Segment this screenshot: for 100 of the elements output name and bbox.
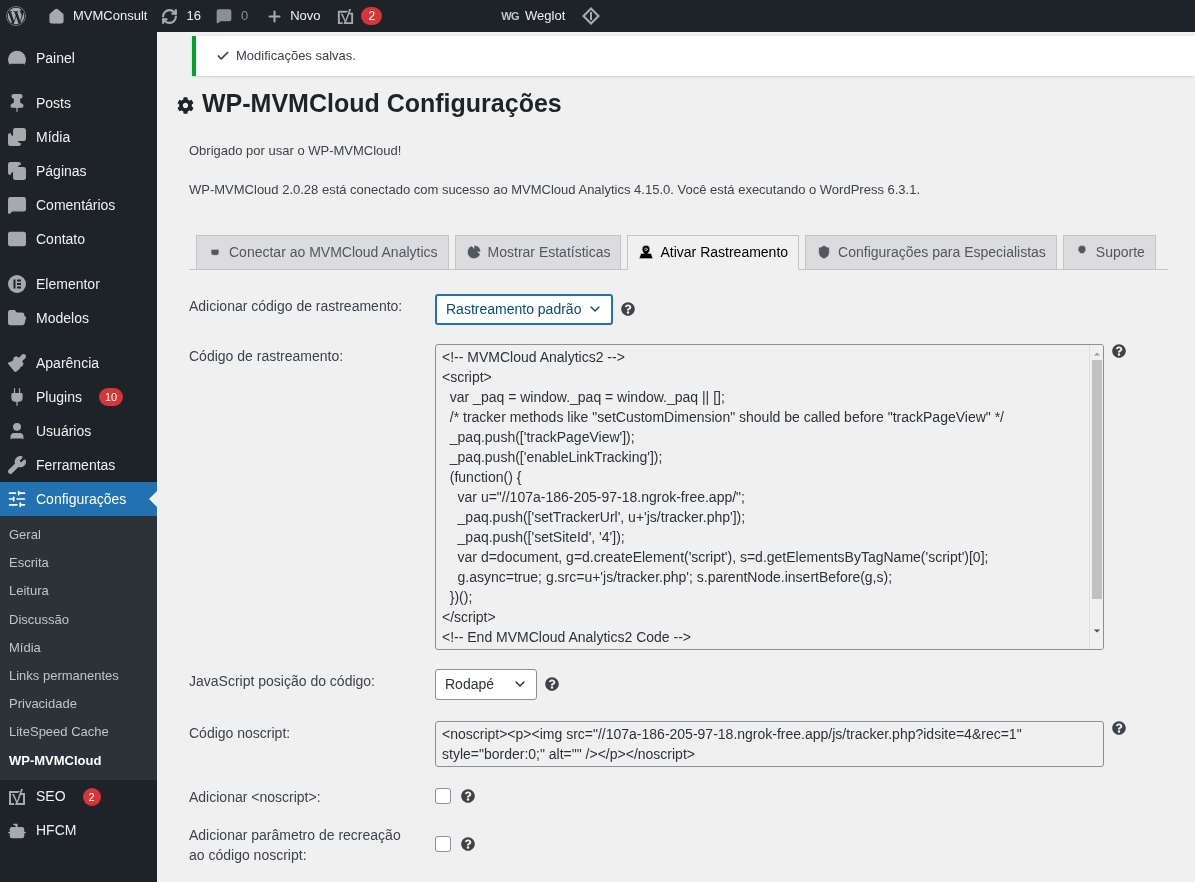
menu-label: HFCM bbox=[36, 821, 77, 841]
submenu-item[interactable]: Mídia bbox=[0, 633, 157, 662]
weglot-logo: WG bbox=[501, 8, 519, 24]
shield-icon bbox=[816, 244, 833, 260]
seo-link[interactable]: 2 bbox=[336, 6, 383, 26]
code-textarea[interactable]: <!-- MVMCloud Analytics2 --> <script> var _paq = window._paq = window._paq || []; /* tracker methods like "setCustomDimension" should be called before "trackPageView" */ _paq.push(['trackPageView']); _paq.push(['enableLinkTracking']); (function() { var u="//107a-186-205-97-18.ngrok-free.app/"; _paq.push(['setTrackerUrl', u+'js/tracker.php']); _paq.push(['setSiteId', '4']); var d=document, g=d.createElement('script'), s=d.getElementsByTagName('script')[0]; g.async=true; g.src=u+'js/tracker.php'; s.parentNode.insertBefore(g,s); })(); </script> <!-- End MVMCloud Analytics2 Code --> bbox=[435, 343, 1104, 650]
help-icon[interactable] bbox=[461, 788, 475, 803]
menu-item[interactable]: Usuários bbox=[0, 414, 157, 448]
menu-item[interactable]: Comentários bbox=[0, 188, 157, 222]
tab[interactable]: Mostrar Estatísticas bbox=[454, 234, 622, 270]
menu-item[interactable]: Ferramentas bbox=[0, 448, 157, 482]
comment-icon bbox=[215, 8, 232, 24]
gear-icon bbox=[177, 96, 194, 114]
help-icon[interactable] bbox=[1112, 720, 1126, 735]
check-icon bbox=[216, 49, 230, 63]
updates-count: 16 bbox=[186, 7, 201, 26]
select-field[interactable]: Rodapé bbox=[435, 668, 537, 700]
scrollbar[interactable] bbox=[1089, 344, 1103, 649]
tab[interactable]: Configurações para Especialistas bbox=[805, 234, 1057, 270]
site-name: MVMConsult bbox=[73, 7, 148, 26]
diamond-icon[interactable] bbox=[581, 6, 602, 26]
help-icon[interactable] bbox=[461, 836, 475, 851]
menu-item[interactable]: Configurações bbox=[0, 482, 157, 516]
menu-label: Aparência bbox=[36, 353, 100, 373]
submenu-item[interactable]: Links permanentes bbox=[0, 661, 157, 691]
tab[interactable]: Ativar Rastreamento bbox=[627, 234, 800, 270]
site-link[interactable]: MVMConsult bbox=[48, 6, 148, 26]
folder-icon bbox=[7, 308, 27, 328]
help-icon[interactable] bbox=[621, 302, 636, 316]
noscript-textarea[interactable]: <noscript><p><img src="//107a-186-205-97-18.ngrok-free.app/js/tracker.php?idsite=4&rec=1" style="border:0;" alt="" /></p></noscript> bbox=[435, 720, 1104, 767]
comment-icon bbox=[7, 195, 27, 215]
notice-text: Modificações salvas. bbox=[236, 47, 356, 66]
scroll-down-icon[interactable] bbox=[1092, 626, 1101, 635]
menu-label: Configurações bbox=[36, 489, 127, 509]
menu-label: Usuários bbox=[36, 421, 92, 441]
new-link[interactable]: Novo bbox=[266, 6, 321, 26]
sliders-icon bbox=[7, 489, 27, 509]
field-label: JavaScript posição do código: bbox=[189, 671, 376, 691]
menu-item[interactable]: SEO 2 bbox=[0, 779, 157, 814]
menu-label: Modelos bbox=[36, 308, 89, 328]
menu-item[interactable]: Páginas bbox=[0, 154, 157, 188]
menu-item[interactable]: Aparência bbox=[0, 346, 157, 380]
new-label: Novo bbox=[290, 7, 321, 26]
checkbox[interactable] bbox=[435, 787, 451, 804]
refresh-icon bbox=[161, 7, 179, 25]
intro-text: Obrigado por usar o WP-MVMCloud! bbox=[189, 141, 403, 160]
submenu-item[interactable]: Privacidade bbox=[0, 690, 157, 719]
submenu-item[interactable]: Geral bbox=[0, 521, 157, 550]
menu-label: Posts bbox=[36, 93, 71, 113]
menu-item[interactable]: Painel bbox=[0, 41, 157, 75]
select-field[interactable]: Rastreamento padrão bbox=[435, 293, 614, 325]
paintbrush-icon bbox=[7, 353, 27, 373]
menu-label: Plugins bbox=[36, 387, 82, 407]
help-icon[interactable] bbox=[1112, 343, 1126, 358]
weglot-label: Weglot bbox=[525, 7, 566, 26]
menu-label: Páginas bbox=[36, 161, 87, 181]
menu-item[interactable]: Plugins 10 bbox=[0, 380, 157, 414]
submenu-item[interactable]: WP-MVMCloud bbox=[0, 746, 157, 775]
field-label: Código noscript: bbox=[189, 723, 292, 743]
field-label: Adicionar código de rastreamento: bbox=[189, 296, 404, 316]
plus-icon bbox=[266, 7, 284, 25]
field-label: Código de rastreamento: bbox=[189, 346, 345, 366]
pie-chart-icon bbox=[465, 244, 482, 260]
home-icon bbox=[48, 7, 65, 25]
field-label: Adicionar <noscript>: bbox=[189, 787, 322, 807]
menu-item[interactable]: Mídia bbox=[0, 120, 157, 154]
pages-icon bbox=[7, 161, 27, 181]
submenu-item[interactable]: Escrita bbox=[0, 549, 157, 578]
elementor-icon bbox=[7, 274, 27, 294]
menu-label: Elementor bbox=[36, 274, 100, 294]
wrench-icon bbox=[7, 455, 27, 475]
submenu-item[interactable]: LiteSpeed Cache bbox=[0, 718, 157, 747]
menu-item[interactable]: Modelos bbox=[0, 301, 157, 335]
intro-text: WP-MVMCloud 2.0.28 está conectado com sucesso ao MVMCloud Analytics 4.15.0. Você está executando o WordPress 6.3.1. bbox=[189, 181, 922, 199]
menu-label: Mídia bbox=[36, 127, 71, 147]
tab[interactable]: Suporte bbox=[1062, 234, 1156, 270]
submenu-item[interactable]: Discussão bbox=[0, 605, 157, 634]
updates-link[interactable]: 16 bbox=[161, 6, 201, 26]
menu-label: Ferramentas bbox=[36, 455, 116, 475]
menu-item[interactable]: Contato bbox=[0, 222, 157, 256]
current-arrow bbox=[149, 491, 157, 507]
comments-link[interactable]: 0 bbox=[215, 6, 249, 26]
menu-label: Painel bbox=[36, 48, 75, 68]
menu-label: Comentários bbox=[36, 195, 116, 215]
menu-item[interactable]: Posts bbox=[0, 86, 157, 120]
comments-count: 0 bbox=[240, 7, 249, 26]
menu-label: Contato bbox=[36, 229, 86, 249]
page-title: WP-MVMCloud Configurações bbox=[202, 88, 562, 119]
checkbox[interactable] bbox=[435, 835, 451, 852]
count-badge: 10 bbox=[98, 388, 124, 406]
field-label: Adicionar parâmetro de recreação ao código noscript: bbox=[189, 825, 402, 865]
menu-item[interactable]: Elementor bbox=[0, 267, 157, 301]
tab[interactable]: Conectar ao MVMCloud Analytics bbox=[196, 234, 449, 270]
count-badge: 2 bbox=[361, 7, 383, 25]
help-icon[interactable] bbox=[545, 677, 559, 691]
menu-label: SEO bbox=[36, 787, 66, 807]
menu-item[interactable]: HFCM bbox=[0, 813, 157, 848]
weglot-link[interactable]: WG Weglot bbox=[501, 6, 566, 26]
submenu-item[interactable]: Leitura bbox=[0, 577, 157, 606]
wordpress-icon[interactable] bbox=[6, 6, 26, 26]
